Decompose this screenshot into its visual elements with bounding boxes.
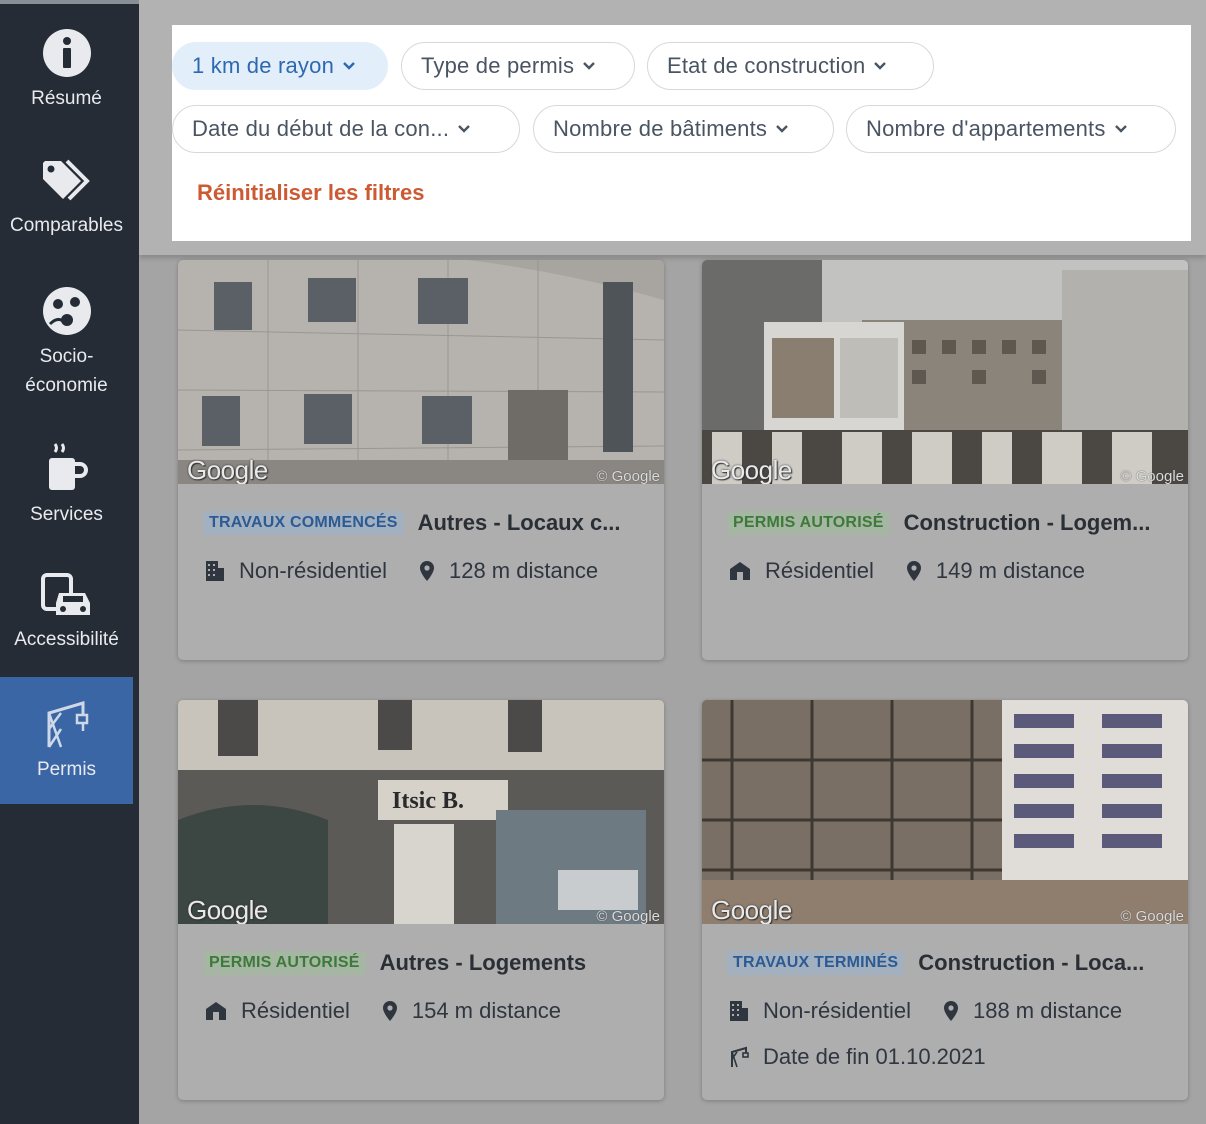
card-meta: Résidentiel 149 m distance xyxy=(729,558,1085,584)
card-header: PERMIS AUTORISÉ Autres - Logements xyxy=(203,950,646,976)
card-end-date: Date de fin 01.10.2021 xyxy=(729,1044,986,1070)
sidebar-item-label: Accessibilité xyxy=(14,629,119,650)
status-badge: TRAVAUX TERMINÉS xyxy=(727,951,905,975)
location-pin-icon xyxy=(382,1001,397,1021)
radius-filter[interactable]: 1 km de rayon xyxy=(172,42,388,90)
location-pin-icon xyxy=(419,561,434,581)
card-header: TRAVAUX TERMINÉS Construction - Loca... xyxy=(727,950,1170,976)
start-date-filter[interactable]: Date du début de la con... xyxy=(172,105,520,153)
property-type: Résidentiel xyxy=(241,998,350,1023)
construction-state-filter-label: Etat de construction xyxy=(667,53,866,78)
sidebar-item-label: Comparables xyxy=(10,215,123,236)
filter-panel: 1 km de rayon Type de permis Etat de con… xyxy=(172,25,1191,241)
google-copyright: © Google xyxy=(596,468,660,484)
house-icon xyxy=(206,1002,226,1020)
distance: 149 m distance xyxy=(935,558,1086,583)
status-badge: PERMIS AUTORISÉ xyxy=(203,951,366,975)
property-type: Non-résidentiel xyxy=(763,998,911,1023)
car-bus-icon xyxy=(40,573,90,615)
main-content: 1 km de rayon Type de permis Etat de con… xyxy=(139,0,1206,1124)
sidebar-item-comparables[interactable]: Comparables xyxy=(0,159,133,287)
chevron-down-icon xyxy=(583,62,596,70)
sidebar-item-socio-economie[interactable]: Socio- économie xyxy=(0,286,133,414)
chevron-down-icon xyxy=(874,62,887,70)
apartments-filter-label: Nombre d'appartements xyxy=(866,116,1106,141)
sidebar-item-permis[interactable]: Permis xyxy=(0,677,133,804)
card-header: PERMIS AUTORISÉ Construction - Logem... xyxy=(727,510,1170,536)
construction-state-filter[interactable]: Etat de construction xyxy=(647,42,934,90)
building-icon xyxy=(730,1001,748,1021)
storefront-sign: Itsic B. xyxy=(392,788,464,814)
street-view-photo: Google © Google xyxy=(702,700,1188,924)
buildings-filter-label: Nombre de bâtiments xyxy=(553,116,768,141)
card-meta: Non-résidentiel 188 m distance xyxy=(729,998,1122,1024)
chevron-down-icon xyxy=(1114,125,1127,133)
radius-filter-label: 1 km de rayon xyxy=(192,53,335,78)
end-date: Date de fin 01.10.2021 xyxy=(763,1044,986,1069)
property-type: Non-résidentiel xyxy=(239,558,387,583)
street-view-photo: Itsic B. Google © Google xyxy=(178,700,664,924)
google-copyright: © Google xyxy=(596,908,660,924)
crane-icon xyxy=(47,700,88,748)
distance: 188 m distance xyxy=(972,998,1123,1023)
permit-type-filter-label: Type de permis xyxy=(421,53,575,78)
distance: 128 m distance xyxy=(448,558,599,583)
street-view-photo: Google © Google xyxy=(702,260,1188,484)
chevron-down-icon xyxy=(776,125,788,133)
street-view-photo: Google © Google xyxy=(178,260,664,484)
google-logo: Google xyxy=(187,455,268,484)
sidebar: Résumé Comparables Socio- économie Servi… xyxy=(0,0,139,1124)
sidebar-item-label: Services xyxy=(30,504,103,525)
info-icon xyxy=(42,29,91,77)
google-logo: Google xyxy=(187,895,268,924)
google-copyright: © Google xyxy=(1120,468,1184,484)
house-icon xyxy=(730,562,750,580)
card-meta: Résidentiel 154 m distance xyxy=(205,998,561,1024)
google-copyright: © Google xyxy=(1120,908,1184,924)
permit-card[interactable]: Google © Google TRAVAUX TERMINÉS Constru… xyxy=(702,700,1188,1100)
distance: 154 m distance xyxy=(411,998,562,1023)
location-pin-icon xyxy=(906,561,921,581)
chevron-down-icon xyxy=(343,62,355,70)
card-header: TRAVAUX COMMENCÉS Autres - Locaux c... xyxy=(203,510,646,536)
status-badge: PERMIS AUTORISÉ xyxy=(727,511,890,535)
chevron-down-icon xyxy=(458,125,471,133)
buildings-filter[interactable]: Nombre de bâtiments xyxy=(533,105,834,153)
google-logo: Google xyxy=(711,455,792,484)
sidebar-item-services[interactable]: Services xyxy=(0,442,133,570)
permit-card[interactable]: Google © Google PERMIS AUTORISÉ Construc… xyxy=(702,260,1188,660)
crane-icon xyxy=(731,1046,749,1068)
status-badge: TRAVAUX COMMENCÉS xyxy=(203,511,404,535)
start-date-filter-label: Date du début de la con... xyxy=(192,116,450,141)
permit-type-filter[interactable]: Type de permis xyxy=(401,42,635,90)
card-title: Autres - Logements xyxy=(379,950,587,975)
sidebar-item-label: Permis xyxy=(36,759,97,780)
coffee-icon xyxy=(48,443,88,490)
sidebar-item-label: Socio- économie xyxy=(25,346,108,396)
card-title: Construction - Logem... xyxy=(903,510,1151,535)
apartments-filter[interactable]: Nombre d'appartements xyxy=(846,105,1176,153)
sidebar-item-label: Résumé xyxy=(31,88,102,109)
card-title: Autres - Locaux c... xyxy=(417,510,621,535)
google-logo: Google xyxy=(711,895,792,924)
location-pin-icon xyxy=(943,1001,958,1021)
card-title: Construction - Loca... xyxy=(918,950,1145,975)
socio-icon xyxy=(42,287,91,335)
card-meta: Non-résidentiel 128 m distance xyxy=(205,558,598,584)
reset-filters-link[interactable]: Réinitialiser les filtres xyxy=(197,180,424,206)
permit-card[interactable]: Itsic B. Google © Google PERMIS AUTORISÉ… xyxy=(178,700,664,1100)
sidebar-item-resume[interactable]: Résumé xyxy=(0,28,133,156)
tags-icon xyxy=(42,159,90,201)
property-type: Résidentiel xyxy=(765,558,874,583)
permit-card[interactable]: Google © Google TRAVAUX COMMENCÉS Autres… xyxy=(178,260,664,660)
building-icon xyxy=(206,561,224,581)
